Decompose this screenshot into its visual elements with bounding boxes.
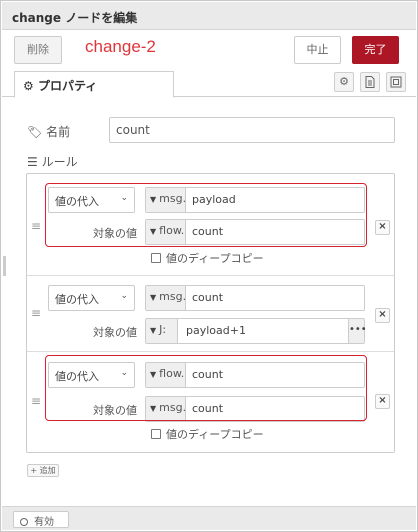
name-label: 🏷 名前 — [27, 123, 70, 140]
add-rule-label: 追加 — [39, 466, 56, 475]
annotation-label: change-2 — [85, 37, 156, 56]
type-label: msg. — [159, 401, 187, 414]
appearance-icon — [390, 76, 402, 88]
dropdown-icon: ▼ — [150, 404, 157, 413]
settings-tab-button[interactable]: ⚙ — [334, 72, 354, 92]
tab-properties[interactable]: ⚙ プロパティ — [14, 71, 174, 98]
resize-handle[interactable] — [3, 256, 6, 276]
rule-action-value: 値の代入 — [55, 195, 99, 208]
rule-action-value: 値の代入 — [55, 293, 99, 306]
type-selector[interactable]: ▼ msg. — [146, 397, 186, 421]
checkbox-icon — [151, 429, 161, 439]
type-label: msg. — [159, 290, 187, 303]
type-selector[interactable]: ▼ msg. — [146, 188, 186, 212]
remove-rule-button[interactable]: × — [375, 394, 390, 409]
dropdown-icon: ▼ — [150, 195, 157, 204]
value-value: count — [192, 402, 224, 415]
dropdown-icon: ▼ — [150, 293, 157, 302]
drag-handle-icon[interactable]: ≡ — [31, 306, 41, 320]
deep-copy-label: 値のディープコピー — [166, 428, 264, 441]
ellipsis-icon: ••• — [349, 324, 367, 335]
edit-dialog: change ノードを編集 削除 change-2 中止 完了 ⚙ プロパティ … — [0, 0, 418, 532]
deep-copy-checkbox[interactable]: 値のディープコピー — [151, 426, 264, 442]
document-icon — [365, 76, 375, 88]
rules-list: ≡ 値の代入 ⌄ ▼ msg. payload 対象の値 ▼ flow. count… — [26, 173, 395, 453]
jsonata-icon: J: — [159, 323, 167, 336]
rule-row-2: ≡ 値の代入 ⌄ ▼ msg. count 対象の値 ▼ J: payload+1 … — [27, 276, 394, 352]
type-label: flow. — [159, 367, 185, 380]
target-value: count — [192, 368, 224, 381]
description-tab-button[interactable] — [360, 72, 380, 92]
list-icon: ☰ — [27, 155, 38, 169]
rule-target-input[interactable]: ▼ msg. payload — [145, 187, 365, 213]
target-value: payload — [192, 193, 236, 206]
value-label: 対象の値 — [93, 326, 137, 339]
type-selector[interactable]: ▼ msg. — [146, 286, 186, 310]
remove-rule-button[interactable]: × — [375, 220, 390, 235]
rule-target-input[interactable]: ▼ flow. count — [145, 362, 365, 388]
type-selector[interactable]: ▼ J: — [146, 319, 178, 343]
type-label: flow. — [159, 224, 185, 237]
gear-icon: ⚙ — [23, 79, 34, 93]
type-label: msg. — [159, 192, 187, 205]
rule-value-input[interactable]: ▼ J: payload+1 ••• — [145, 318, 367, 344]
target-value: count — [192, 291, 224, 304]
plus-icon: + — [30, 466, 38, 475]
rule-action-value: 値の代入 — [55, 370, 99, 383]
value-label: 対象の値 — [93, 227, 137, 240]
enable-label: 有効 — [34, 517, 54, 528]
dialog-title: change ノードを編集 — [2, 2, 416, 30]
rule-row-3: ≡ 値の代入 ⌄ ▼ flow. count 対象の値 ▼ msg. count ×… — [27, 352, 394, 452]
value-value: count — [192, 225, 224, 238]
drag-handle-icon[interactable]: ≡ — [31, 219, 41, 233]
dialog-footer: 有効 — [2, 506, 416, 530]
rule-target-input[interactable]: ▼ msg. count — [145, 285, 365, 311]
rule-value-input[interactable]: ▼ flow. count — [145, 219, 365, 245]
tab-properties-label: プロパティ — [37, 79, 98, 93]
rule-action-select[interactable]: 値の代入 ⌄ — [48, 362, 135, 388]
close-icon: × — [378, 309, 387, 320]
toggle-circle-icon — [20, 518, 28, 526]
dropdown-icon: ▼ — [150, 227, 157, 236]
name-input[interactable]: count — [109, 117, 395, 143]
chevron-down-icon: ⌄ — [120, 368, 128, 378]
drag-handle-icon[interactable]: ≡ — [31, 394, 41, 408]
done-button[interactable]: 完了 — [352, 36, 399, 64]
rule-action-select[interactable]: 値の代入 ⌄ — [48, 285, 135, 311]
gear-icon: ⚙ — [339, 75, 349, 88]
add-rule-button[interactable]: + 追加 — [27, 464, 59, 477]
value-value: payload+1 — [186, 324, 246, 337]
chevron-down-icon: ⌄ — [120, 193, 128, 203]
dropdown-icon: ▼ — [150, 370, 157, 379]
dropdown-icon: ▼ — [150, 326, 157, 335]
chevron-down-icon: ⌄ — [120, 291, 128, 301]
tabs-row: ⚙ プロパティ ⚙ — [2, 69, 416, 98]
checkbox-icon — [151, 253, 161, 263]
rule-action-select[interactable]: 値の代入 ⌄ — [48, 187, 135, 213]
delete-button[interactable]: 削除 — [14, 36, 62, 64]
rule-row-1: ≡ 値の代入 ⌄ ▼ msg. payload 対象の値 ▼ flow. count… — [27, 174, 394, 276]
value-label: 対象の値 — [93, 404, 137, 417]
type-selector[interactable]: ▼ flow. — [146, 363, 186, 387]
name-label-text: 名前 — [46, 125, 71, 139]
type-selector[interactable]: ▼ flow. — [146, 220, 186, 244]
rule-value-input[interactable]: ▼ msg. count — [145, 396, 365, 422]
cancel-button[interactable]: 中止 — [294, 36, 341, 64]
close-icon: × — [378, 395, 387, 406]
rules-label-text: ルール — [41, 155, 78, 169]
expression-editor-button[interactable]: ••• — [348, 319, 367, 343]
rules-label: ☰ ルール — [27, 153, 78, 170]
remove-rule-button[interactable]: × — [375, 308, 390, 323]
deep-copy-checkbox[interactable]: 値のディープコピー — [151, 250, 264, 266]
appearance-tab-button[interactable] — [386, 72, 406, 92]
tag-icon: 🏷 — [27, 125, 43, 139]
close-icon: × — [378, 221, 387, 232]
enable-toggle[interactable]: 有効 — [13, 511, 69, 528]
deep-copy-label: 値のディープコピー — [166, 252, 264, 265]
